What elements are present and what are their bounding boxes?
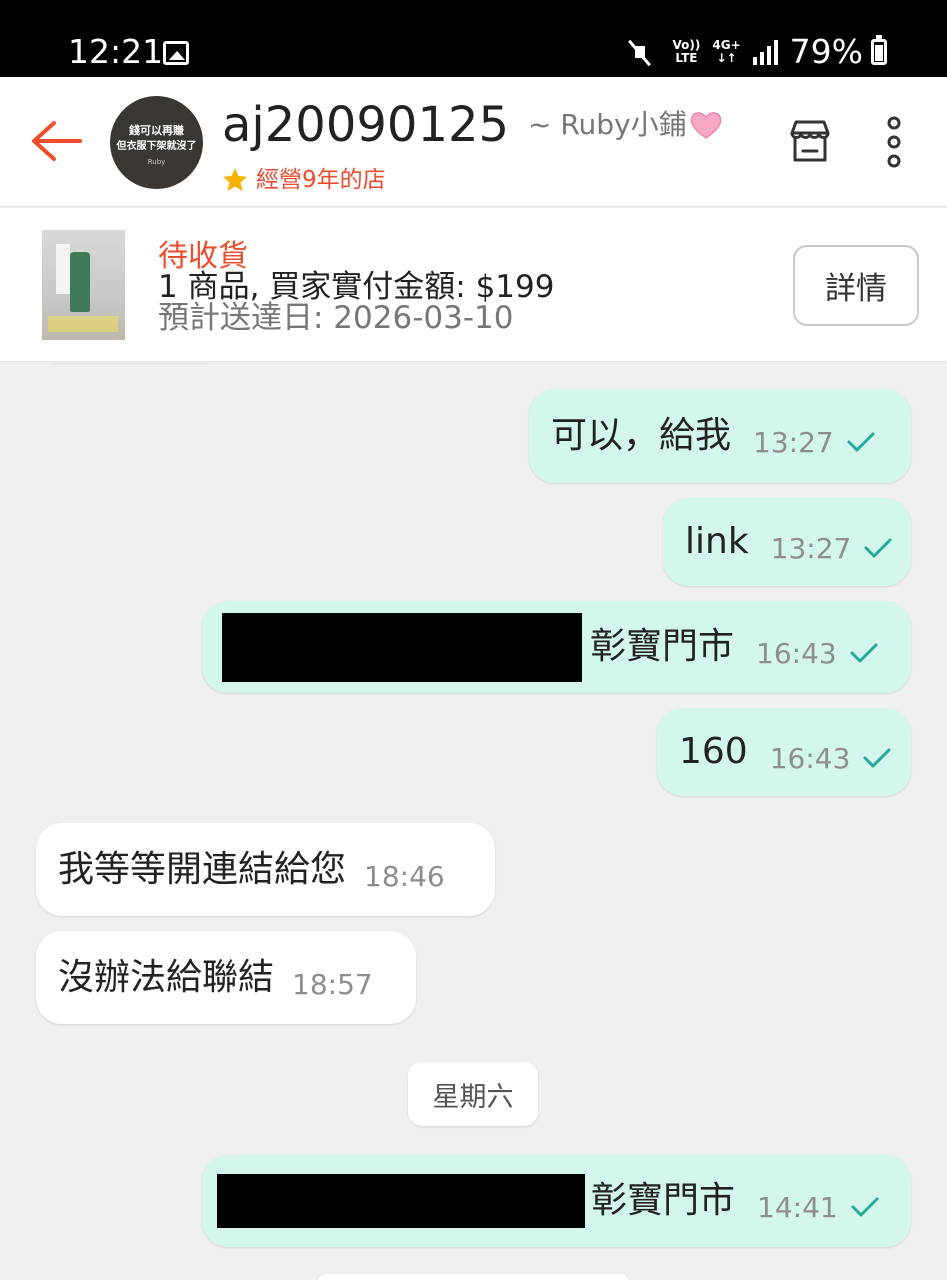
message-time: 13:27 (753, 426, 834, 459)
store-icon[interactable] (786, 117, 834, 165)
message-text: 彰寶門市 (591, 1180, 736, 1221)
message-text: 我等等開連結給您 (58, 848, 347, 890)
order-summary-bar[interactable]: 待收貨 1 商品, 買家實付金額: $199 預計送達日: 2026-03-10… (0, 208, 947, 362)
message-time: 13:27 (770, 532, 852, 565)
heart-icon (690, 112, 721, 139)
message-bubble-incoming[interactable]: 我等等開連結給您 18:46 (36, 823, 495, 916)
previous-message-edge (50, 361, 210, 365)
message-bubble-outgoing[interactable]: 160 16:43 (657, 708, 911, 796)
chat-header: 錢可以再賺 但衣服下架就沒了 Ruby aj20090125 ~ Ruby小鋪 … (0, 77, 947, 207)
message-text: 沒辦法給聯結 (58, 956, 275, 998)
volte-bottom: LTE (675, 51, 698, 65)
shop-age-badge: 經營9年的店 (222, 165, 386, 195)
gallery-icon (163, 41, 189, 65)
network-activity: ↓↑ (716, 51, 737, 65)
redacted-block (222, 612, 582, 682)
message-text: 160 (679, 731, 748, 772)
status-bar: 12:21 Vo)) LTE 4G+ ↓↑ 79% (0, 0, 947, 77)
volte-indicator: Vo)) LTE (673, 39, 701, 65)
more-vertical-icon[interactable] (880, 115, 908, 171)
mute-icon (634, 39, 661, 65)
avatar-text-2: 但衣服下架就沒了 (116, 141, 197, 152)
message-bubble-outgoing[interactable]: 可以，給我 13:27 (529, 389, 911, 483)
message-time: 16:43 (769, 742, 851, 775)
check-icon (847, 432, 875, 452)
back-arrow-icon[interactable] (28, 117, 84, 165)
avatar-tag: Ruby (147, 158, 166, 166)
message-time: 18:46 (364, 859, 445, 893)
next-message-edge (318, 1274, 628, 1280)
product-thumbnail[interactable] (42, 230, 125, 340)
shop-name[interactable]: aj20090125 (222, 97, 509, 153)
avatar[interactable]: 錢可以再賺 但衣服下架就沒了 Ruby (110, 96, 203, 189)
shop-nickname: ~ Ruby小鋪 (528, 107, 723, 143)
message-bubble-outgoing[interactable]: 彰寶門市 14:41 (202, 1155, 911, 1247)
check-icon (863, 748, 891, 768)
message-time: 16:43 (756, 637, 837, 670)
message-text: link (685, 521, 749, 562)
avatar-text-1: 錢可以再賺 (129, 124, 184, 137)
order-detail-button[interactable]: 詳情 (793, 245, 919, 326)
shop-nickname-text: ~ Ruby小鋪 (528, 108, 687, 141)
network-indicator: 4G+ ↓↑ (712, 39, 740, 65)
check-icon (850, 643, 878, 663)
star-icon (223, 168, 247, 191)
message-bubble-outgoing[interactable]: link 13:27 (663, 498, 911, 586)
status-time: 12:21 (68, 32, 164, 71)
shop-age-text: 經營9年的店 (256, 167, 386, 193)
battery-percent: 79% (789, 32, 863, 71)
check-icon (851, 1197, 879, 1217)
redacted-block (217, 1174, 585, 1228)
message-text: 彰寶門市 (590, 626, 735, 667)
message-time: 14:41 (757, 1191, 838, 1224)
status-right-group: Vo)) LTE 4G+ ↓↑ 79% (634, 32, 887, 72)
signal-icon (752, 39, 778, 65)
day-separator: 星期六 (408, 1062, 538, 1126)
message-bubble-incoming[interactable]: 沒辦法給聯結 18:57 (36, 931, 416, 1024)
message-time: 18:57 (292, 967, 373, 1001)
battery-icon (871, 35, 887, 65)
message-bubble-outgoing[interactable]: 彰寶門市 16:43 (202, 601, 911, 693)
message-text: 可以，給我 (551, 415, 732, 456)
order-eta: 預計送達日: 2026-03-10 (158, 300, 514, 336)
check-icon (864, 538, 892, 558)
